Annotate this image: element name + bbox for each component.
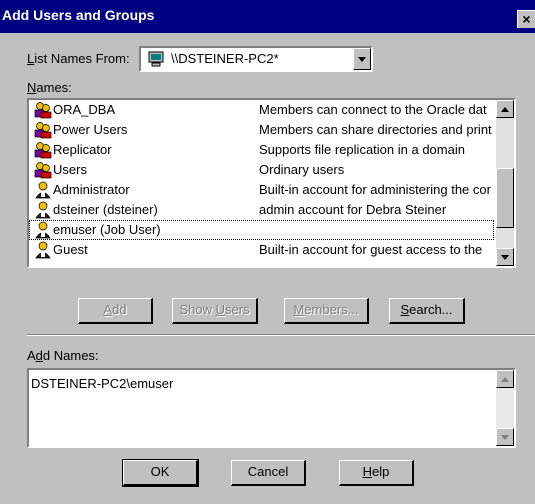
row-description: Ordinary users	[259, 162, 345, 177]
row-description: Built-in account for administering the c…	[259, 182, 491, 197]
names-label-accel: N	[27, 80, 37, 95]
group-icon	[34, 102, 52, 119]
members-button[interactable]: Members...	[284, 298, 369, 324]
members-label: embers...	[304, 302, 359, 317]
scroll-thumb[interactable]	[496, 168, 514, 228]
search-button[interactable]: Search...	[389, 298, 465, 324]
ok-button[interactable]: OK	[122, 459, 199, 487]
scroll-down-button[interactable]	[496, 428, 514, 446]
dropdown-button[interactable]	[353, 48, 371, 70]
user-icon	[35, 221, 51, 239]
add-names-label-text: d Names:	[42, 348, 99, 363]
chevron-up-icon	[501, 107, 509, 112]
row-description: Members can share directories and print	[259, 122, 492, 137]
list-names-from-value: \\DSTEINER-PC2*	[171, 51, 279, 66]
show-users-button[interactable]: Show Users	[172, 298, 258, 324]
row-name: dsteiner (dsteiner)	[53, 202, 158, 217]
row-description: admin account for Debra Steiner	[259, 202, 447, 217]
help-accel: H	[362, 464, 373, 479]
close-icon: ×	[522, 11, 531, 27]
scroll-down-button[interactable]	[496, 248, 514, 266]
row-name: Guest	[53, 242, 88, 257]
add-button-label: dd	[112, 302, 127, 317]
group-icon	[34, 142, 52, 159]
computer-icon	[148, 51, 164, 67]
cancel-label: Cancel	[247, 464, 289, 479]
group-icon	[34, 162, 52, 179]
user-icon	[35, 241, 51, 259]
ok-label: OK	[150, 464, 170, 479]
row-name: Replicator	[53, 142, 112, 157]
list-names-from-label: List Names From:	[27, 51, 130, 66]
show-users-label: sers	[224, 302, 250, 317]
close-button[interactable]: ×	[517, 10, 535, 28]
row-description: Built-in account for guest access to the	[259, 242, 483, 257]
row-name: Administrator	[53, 182, 130, 197]
list-item-focused[interactable]: emuser (Job User)	[29, 220, 494, 240]
add-names-label: Add Names:	[27, 348, 99, 363]
row-description: Supports file replication in a domain	[259, 142, 465, 157]
separator	[27, 334, 535, 336]
row-name: emuser (Job User)	[53, 222, 161, 237]
list-item[interactable]: dsteiner (dsteiner) admin account for De…	[29, 200, 494, 220]
group-icon	[34, 122, 52, 139]
list-item[interactable]: ORA_DBA Members can connect to the Oracl…	[29, 100, 494, 120]
title-bar: Add Users and Groups ×	[0, 0, 535, 33]
show-users-pre: Show	[179, 302, 216, 317]
add-names-accel: d	[35, 348, 43, 363]
add-names-textbox[interactable]: DSTEINER-PC2\emuser	[27, 368, 516, 448]
chevron-down-icon	[358, 57, 366, 62]
chevron-down-icon	[501, 255, 509, 260]
row-description: Members can connect to the Oracle dat	[259, 102, 487, 117]
row-name: Users	[53, 162, 87, 177]
names-scrollbar[interactable]	[496, 100, 514, 266]
add-names-pre: A	[27, 348, 36, 363]
add-button[interactable]: Add	[78, 298, 153, 324]
names-label: Names:	[27, 80, 72, 95]
add-button-accel: A	[103, 302, 113, 317]
scroll-up-button[interactable]	[496, 370, 514, 388]
list-item[interactable]: Guest Built-in account for guest access …	[29, 240, 494, 260]
add-users-and-groups-dialog: Add Users and Groups × List Names From: …	[0, 0, 535, 504]
list-item[interactable]: Replicator Supports file replication in …	[29, 140, 494, 160]
names-listbox[interactable]: ORA_DBA Members can connect to the Oracl…	[27, 98, 516, 268]
list-item[interactable]: Users Ordinary users	[29, 160, 494, 180]
scroll-up-button[interactable]	[496, 100, 514, 118]
list-item[interactable]: Administrator Built-in account for admin…	[29, 180, 494, 200]
chevron-up-icon	[501, 377, 509, 382]
list-names-from-label-text: ist Names From:	[34, 51, 130, 66]
search-accel: S	[400, 302, 410, 317]
row-name: ORA_DBA	[53, 102, 116, 117]
help-label: elp	[372, 464, 390, 479]
add-names-value: DSTEINER-PC2\emuser	[31, 376, 174, 391]
user-icon	[35, 201, 51, 219]
list-item[interactable]: Power Users Members can share directorie…	[29, 120, 494, 140]
search-label: earch...	[409, 302, 453, 317]
help-button[interactable]: Help	[339, 460, 414, 486]
row-name: Power Users	[53, 122, 128, 137]
add-names-scrollbar[interactable]	[496, 370, 514, 446]
cancel-button[interactable]: Cancel	[231, 460, 306, 486]
list-names-from-dropdown[interactable]: \\DSTEINER-PC2*	[139, 46, 373, 72]
names-label-text: ames:	[36, 80, 72, 95]
show-users-accel: U	[215, 302, 225, 317]
window-title: Add Users and Groups	[2, 7, 155, 23]
chevron-down-icon	[501, 435, 509, 440]
user-icon	[35, 181, 51, 199]
members-accel: M	[293, 302, 305, 317]
